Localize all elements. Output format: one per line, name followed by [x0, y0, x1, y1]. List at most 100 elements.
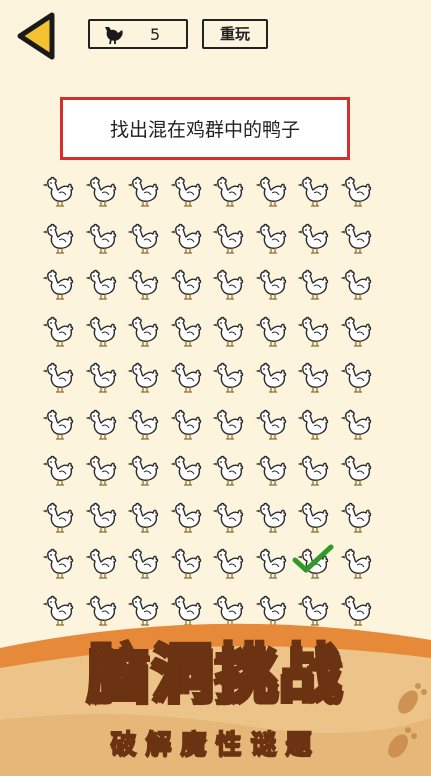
- chicken-cell[interactable]: [212, 547, 250, 585]
- chicken-cell[interactable]: [297, 222, 335, 260]
- chicken-icon: [297, 502, 329, 533]
- hint-counter[interactable]: 5: [88, 19, 188, 49]
- chicken-cell[interactable]: [85, 547, 123, 585]
- chicken-cell[interactable]: [42, 454, 80, 492]
- replay-button[interactable]: 重玩: [202, 19, 268, 49]
- duck-cell[interactable]: [297, 547, 335, 585]
- chicken-icon: [212, 176, 244, 207]
- chicken-cell[interactable]: [42, 268, 80, 306]
- chicken-cell[interactable]: [297, 454, 335, 492]
- chicken-icon: [297, 409, 329, 440]
- chicken-icon: [127, 455, 159, 486]
- chicken-cell[interactable]: [170, 315, 208, 353]
- chicken-cell[interactable]: [212, 361, 250, 399]
- chicken-cell[interactable]: [170, 222, 208, 260]
- chicken-cell[interactable]: [212, 408, 250, 446]
- chicken-cell[interactable]: [297, 175, 335, 213]
- chicken-icon: [127, 269, 159, 300]
- chicken-cell[interactable]: [340, 408, 378, 446]
- chicken-cell[interactable]: [340, 547, 378, 585]
- chicken-icon: [42, 316, 74, 347]
- chicken-cell[interactable]: [340, 501, 378, 539]
- chicken-cell[interactable]: [85, 501, 123, 539]
- chicken-cell[interactable]: [255, 361, 293, 399]
- chicken-cell[interactable]: [340, 315, 378, 353]
- chicken-cell[interactable]: [297, 408, 335, 446]
- chicken-cell[interactable]: [170, 501, 208, 539]
- chicken-cell[interactable]: [42, 408, 80, 446]
- chicken-cell[interactable]: [212, 315, 250, 353]
- chicken-cell[interactable]: [255, 547, 293, 585]
- chicken-cell[interactable]: [340, 268, 378, 306]
- chicken-cell[interactable]: [127, 222, 165, 260]
- chicken-cell[interactable]: [297, 315, 335, 353]
- chicken-icon: [212, 455, 244, 486]
- chicken-cell[interactable]: [127, 361, 165, 399]
- chicken-cell[interactable]: [255, 454, 293, 492]
- chicken-icon: [127, 548, 159, 579]
- hint-count: 5: [150, 25, 161, 44]
- chicken-cell[interactable]: [42, 501, 80, 539]
- chicken-cell[interactable]: [85, 268, 123, 306]
- chicken-cell[interactable]: [170, 175, 208, 213]
- chicken-cell[interactable]: [212, 454, 250, 492]
- chicken-cell[interactable]: [42, 315, 80, 353]
- chicken-cell[interactable]: [85, 222, 123, 260]
- chicken-cell[interactable]: [340, 361, 378, 399]
- chicken-icon: [340, 548, 371, 579]
- chicken-cell[interactable]: [127, 501, 165, 539]
- chicken-cell[interactable]: [212, 175, 250, 213]
- chicken-cell[interactable]: [297, 268, 335, 306]
- chicken-cell[interactable]: [212, 268, 250, 306]
- chicken-cell[interactable]: [255, 268, 293, 306]
- chicken-cell[interactable]: [212, 501, 250, 539]
- instruction-text: 找出混在鸡群中的鸭子: [109, 119, 300, 141]
- chicken-icon: [127, 176, 159, 207]
- chicken-cell[interactable]: [127, 408, 165, 446]
- chicken-cell[interactable]: [170, 408, 208, 446]
- chicken-cell[interactable]: [255, 408, 293, 446]
- chicken-icon: [255, 502, 286, 533]
- chicken-icon: [85, 409, 116, 440]
- chicken-cell[interactable]: [127, 315, 165, 353]
- chicken-icon: [212, 409, 244, 440]
- chicken-cell[interactable]: [42, 175, 80, 213]
- chicken-icon: [297, 223, 329, 254]
- chicken-icon: [42, 455, 74, 486]
- chicken-cell[interactable]: [255, 501, 293, 539]
- chicken-cell[interactable]: [42, 547, 80, 585]
- chicken-cell[interactable]: [170, 268, 208, 306]
- chicken-cell[interactable]: [255, 175, 293, 213]
- chicken-cell[interactable]: [212, 222, 250, 260]
- back-arrow-icon: [17, 12, 55, 60]
- chicken-cell[interactable]: [255, 222, 293, 260]
- chicken-cell[interactable]: [170, 454, 208, 492]
- chicken-cell[interactable]: [127, 547, 165, 585]
- chicken-icon: [170, 502, 201, 533]
- chicken-cell[interactable]: [340, 454, 378, 492]
- chicken-cell[interactable]: [255, 315, 293, 353]
- chicken-icon: [170, 223, 201, 254]
- chicken-cell[interactable]: [85, 361, 123, 399]
- chicken-cell[interactable]: [85, 315, 123, 353]
- chicken-cell[interactable]: [42, 361, 80, 399]
- chicken-cell[interactable]: [340, 175, 378, 213]
- chicken-cell[interactable]: [127, 175, 165, 213]
- chicken-cell[interactable]: [127, 454, 165, 492]
- chicken-icon: [340, 316, 371, 347]
- chicken-cell[interactable]: [297, 361, 335, 399]
- chicken-icon: [255, 176, 286, 207]
- chicken-cell[interactable]: [42, 222, 80, 260]
- chicken-cell[interactable]: [85, 175, 123, 213]
- chicken-cell[interactable]: [127, 268, 165, 306]
- chicken-cell[interactable]: [85, 454, 123, 492]
- back-button[interactable]: [12, 10, 60, 62]
- chicken-cell[interactable]: [85, 408, 123, 446]
- chicken-icon: [297, 269, 329, 300]
- chicken-cell[interactable]: [170, 361, 208, 399]
- chicken-cell[interactable]: [170, 547, 208, 585]
- chicken-cell[interactable]: [297, 501, 335, 539]
- chicken-icon: [85, 455, 116, 486]
- chicken-cell[interactable]: [340, 222, 378, 260]
- chicken-icon: [85, 223, 116, 254]
